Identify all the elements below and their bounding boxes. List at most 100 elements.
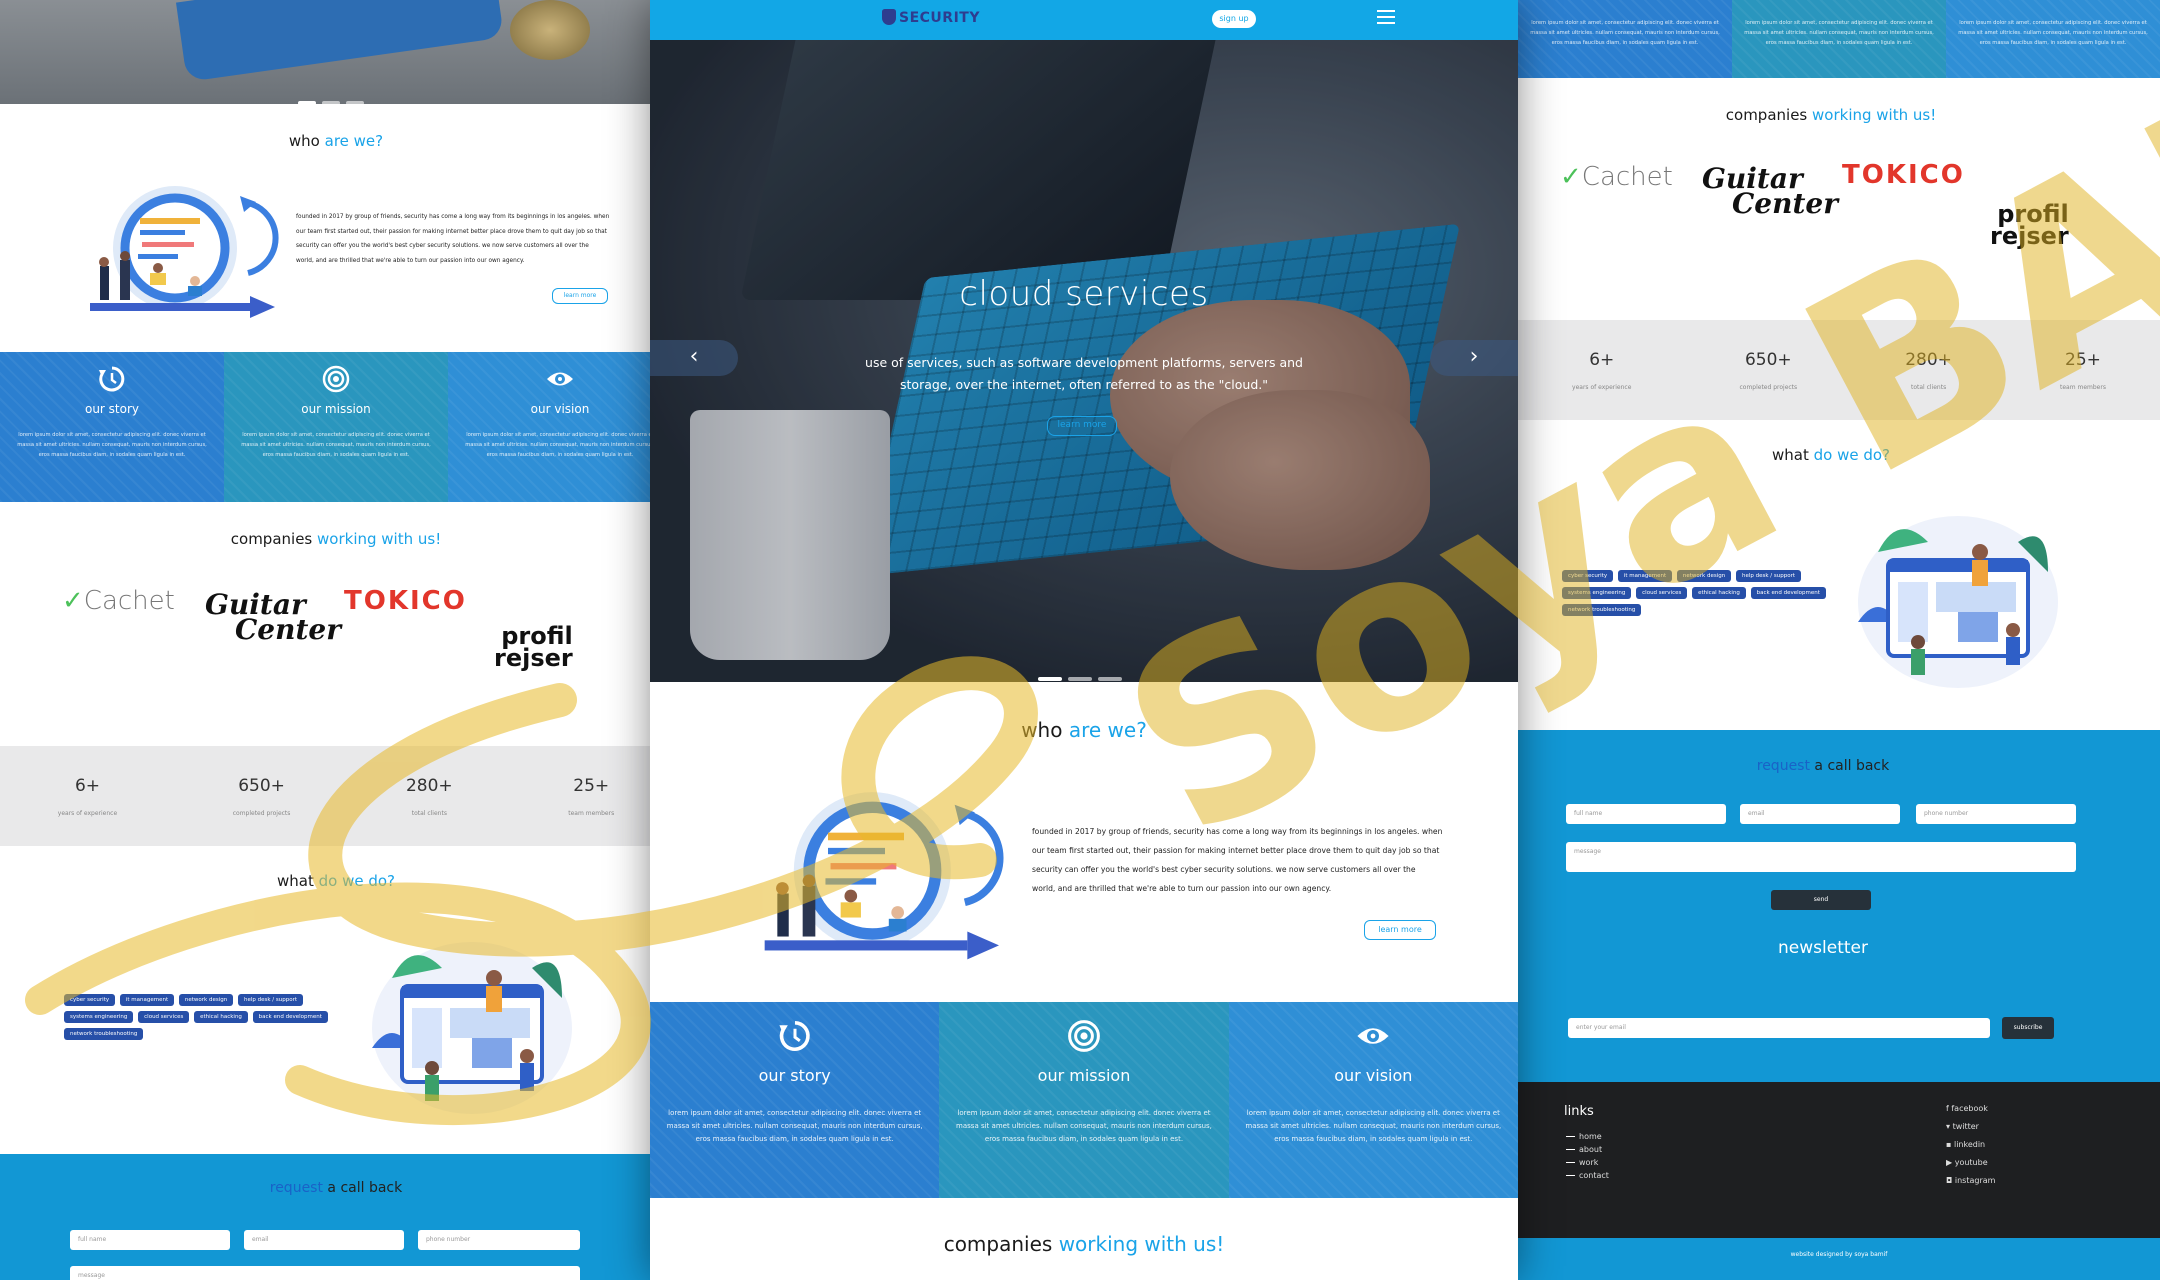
service-tag[interactable]: help desk / support (1736, 570, 1802, 582)
hero-title: cloud services (959, 274, 1209, 314)
service-tag[interactable]: network design (178, 994, 234, 1006)
menu-icon[interactable] (1377, 10, 1395, 26)
service-tag[interactable]: it management (119, 994, 175, 1006)
carousel-next-button[interactable]: › (1430, 340, 1518, 376)
cachet-logo: ✓Cachet (1560, 162, 1673, 192)
about-learn-more-button[interactable]: learn more (1364, 920, 1436, 940)
callback-section: request a call back full name email phon… (0, 1154, 650, 1280)
pillar-our-story: our story lorem ipsum dolor sit amet, co… (650, 1002, 940, 1198)
email-input[interactable]: email (244, 1230, 404, 1250)
service-tag[interactable]: network troubleshooting (64, 1028, 144, 1040)
pillars-section: our story lorem ipsum dolor sit amet, co… (650, 1002, 1518, 1198)
stat-item: 650+ completed projects (1739, 349, 1798, 391)
services-tags: cyber security it management network des… (64, 994, 334, 1045)
hero-learn-more-button[interactable]: learn more (1047, 416, 1117, 436)
footer-links-title: links (1564, 1104, 1594, 1119)
hero-photo (650, 0, 1518, 682)
youtube-link[interactable]: ▶ youtube (1946, 1158, 1988, 1167)
about-illustration (90, 186, 279, 318)
tokico-logo: TOKICO (344, 586, 467, 616)
chevron-right-icon: › (1469, 344, 1479, 369)
eye-icon (547, 372, 573, 386)
twitter-link[interactable]: ▾ twitter (1946, 1122, 1979, 1131)
linkedin-icon: ▪ (1946, 1140, 1954, 1149)
service-tag[interactable]: it management (1617, 570, 1673, 582)
callback-section: request a call back full name email phon… (1518, 730, 2160, 1082)
carousel-dots[interactable] (1035, 666, 1125, 685)
profil-rejser-logo: profil rejser (1990, 200, 2069, 250)
service-tag[interactable]: systems engineering (64, 1011, 134, 1023)
service-tag[interactable]: help desk / support (238, 994, 304, 1006)
service-tag[interactable]: network troubleshooting (1562, 604, 1642, 616)
guitar-center-logo: Guitar Center (205, 588, 341, 647)
phone-input[interactable]: phone number (418, 1230, 580, 1250)
service-tag[interactable]: cyber security (64, 994, 116, 1006)
service-tag[interactable]: cloud services (1636, 587, 1688, 599)
footer-link-about[interactable]: about (1566, 1145, 1602, 1154)
service-tag[interactable]: systems engineering (1562, 587, 1632, 599)
pillar-our-mission: lorem ipsum dolor sit amet, consectetur … (1732, 0, 1946, 78)
send-button[interactable]: send (1771, 890, 1871, 910)
message-input[interactable]: message (70, 1266, 580, 1280)
stat-item: 280+ total clients (1905, 349, 1952, 391)
about-title: who are we? (288, 132, 384, 150)
pillar-our-vision: lorem ipsum dolor sit amet, consectetur … (1946, 0, 2160, 78)
linkedin-link[interactable]: ▪ linkedin (1946, 1140, 1985, 1149)
companies-title: companies working with us! (1725, 106, 1937, 124)
facebook-link[interactable]: f facebook (1946, 1104, 1988, 1113)
service-tag[interactable]: network design (1676, 570, 1732, 582)
service-tag[interactable]: cyber security (1562, 570, 1614, 582)
stat-item: 650+ completed projects (232, 775, 291, 817)
newsletter-email-input[interactable]: enter your email (1568, 1018, 1990, 1038)
brand-logo[interactable]: SECURITY (882, 9, 980, 26)
fullname-input[interactable]: full name (70, 1230, 230, 1250)
history-icon (99, 366, 125, 392)
subscribe-button[interactable]: subscribe (2002, 1017, 2054, 1039)
instagram-icon: ◘ (1946, 1176, 1955, 1185)
service-tag[interactable]: cloud services (138, 1011, 190, 1023)
navbar: SECURITY sign up (650, 0, 1518, 40)
callback-title: request a call back (269, 1180, 403, 1196)
stats-bar: 6+ years of experience 650+ completed proj… (1518, 320, 2160, 420)
about-title: who are we? (1021, 718, 1147, 742)
companies-title: companies working with us! (943, 1232, 1225, 1256)
chevron-left-icon: ‹ (689, 344, 699, 369)
pillar-our-mission: our mission lorem ipsum dolor sit amet, … (939, 1002, 1229, 1198)
left-page-preview: who are we? founded in 2017 by group of … (0, 0, 650, 1280)
service-tag[interactable]: back end development (252, 1011, 328, 1023)
footer-link-contact[interactable]: contact (1566, 1171, 1609, 1180)
services-title: what do we do? (1771, 446, 1891, 464)
footer-link-work[interactable]: work (1566, 1158, 1598, 1167)
carousel-dots[interactable] (295, 90, 367, 104)
eye-icon (1357, 1028, 1389, 1044)
tokico-logo: TOKICO (1842, 160, 1965, 190)
about-learn-more-button[interactable]: learn more (552, 288, 608, 304)
fullname-input[interactable]: full name (1566, 804, 1726, 824)
service-tag[interactable]: back end development (1750, 587, 1826, 599)
newsletter-title: newsletter (1778, 938, 1868, 958)
message-input[interactable]: message (1566, 842, 2076, 872)
signup-button[interactable]: sign up (1212, 10, 1256, 28)
email-input[interactable]: email (1740, 804, 1900, 824)
footer: links home about work contact f facebook… (1518, 1082, 2160, 1238)
services-illustration (1858, 516, 2058, 688)
pillars-section: our story lorem ipsum dolor sit amet, co… (0, 352, 650, 502)
service-tag[interactable]: ethical hacking (1692, 587, 1746, 599)
carousel-prev-button[interactable]: ‹ (650, 340, 738, 376)
phone-input[interactable]: phone number (1916, 804, 2076, 824)
target-icon (1068, 1020, 1100, 1052)
footer-link-home[interactable]: home (1566, 1132, 1602, 1141)
profil-rejser-logo: profil rejser (494, 622, 573, 672)
pillar-our-mission: our mission lorem ipsum dolor sit amet, … (224, 352, 448, 502)
target-icon (322, 365, 350, 393)
companies-title: companies working with us! (230, 530, 442, 548)
stat-item: 280+ total clients (405, 775, 453, 817)
service-tag[interactable]: ethical hacking (194, 1011, 248, 1023)
instagram-link[interactable]: ◘ instagram (1946, 1176, 1995, 1185)
stat-item: 6+ years of experience (57, 775, 118, 817)
youtube-icon: ▶ (1946, 1158, 1955, 1167)
pillar-our-vision: our vision lorem ipsum dolor sit amet, c… (1228, 1002, 1518, 1198)
hero-text: use of services, such as software develo… (865, 355, 1303, 392)
pillar-our-story: lorem ipsum dolor sit amet, consectetur … (1518, 0, 1732, 78)
about-illustration (764, 792, 1004, 960)
